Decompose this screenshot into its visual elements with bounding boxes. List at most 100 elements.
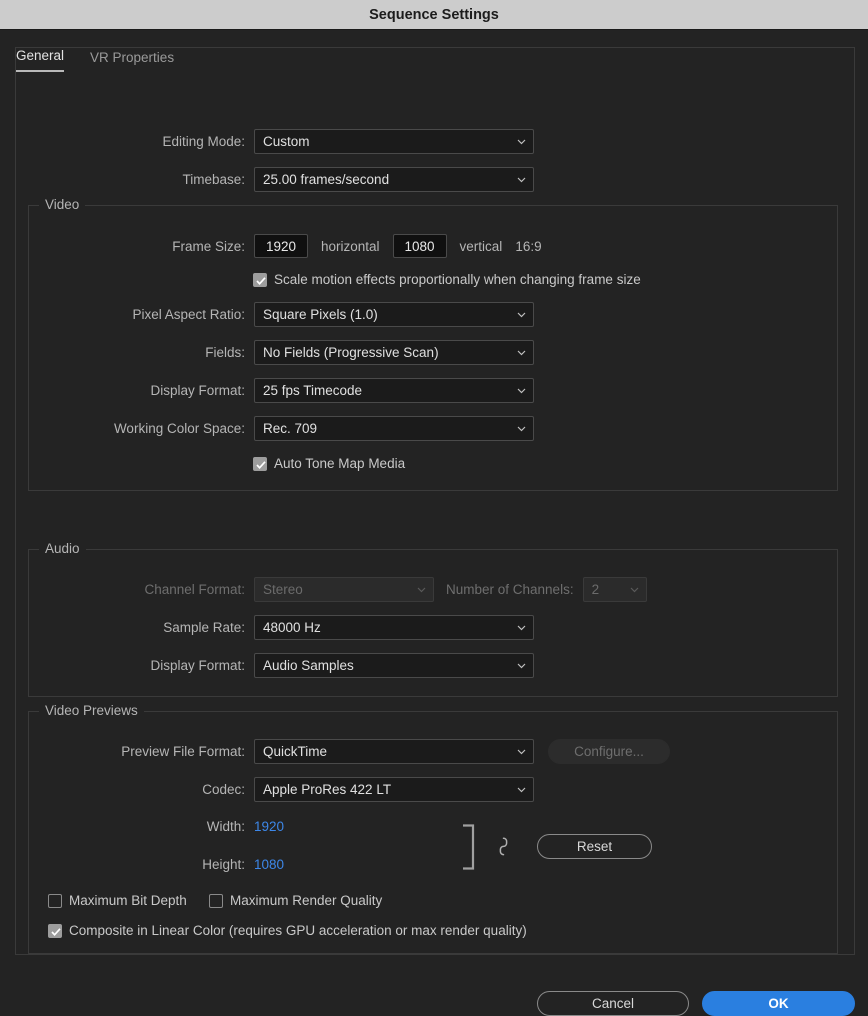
frame-height-input[interactable]: 1080 — [393, 234, 447, 258]
sample-rate-dropdown[interactable]: 48000 Hz — [254, 615, 534, 640]
number-of-channels-value: 2 — [592, 582, 600, 597]
video-group-title: Video — [39, 197, 85, 212]
chevron-down-icon — [517, 137, 526, 146]
editing-mode-value: Custom — [263, 134, 310, 149]
timebase-dropdown[interactable]: 25.00 frames/second — [254, 167, 534, 192]
maximum-bit-depth-checkbox[interactable] — [48, 894, 62, 908]
maximum-bit-depth-row[interactable]: Maximum Bit Depth — [48, 893, 187, 908]
preview-file-format-row: Preview File Format: QuickTime Configure… — [60, 739, 670, 764]
video-previews-group-title: Video Previews — [39, 703, 144, 718]
pixel-aspect-ratio-dropdown[interactable]: Square Pixels (1.0) — [254, 302, 534, 327]
preview-width-row: Width: 1920 — [60, 819, 284, 834]
tab-bar: General VR Properties — [16, 48, 174, 72]
ok-button[interactable]: OK — [702, 991, 855, 1016]
frame-width-input[interactable]: 1920 — [254, 234, 308, 258]
chevron-down-icon — [517, 348, 526, 357]
chevron-down-icon — [517, 310, 526, 319]
editing-mode-dropdown[interactable]: Custom — [254, 129, 534, 154]
preview-height-value[interactable]: 1080 — [254, 857, 284, 872]
window-titlebar: Sequence Settings — [0, 0, 868, 30]
audio-display-format-dropdown[interactable]: Audio Samples — [254, 653, 534, 678]
maximum-bit-depth-label: Maximum Bit Depth — [69, 893, 187, 908]
maximum-render-quality-row[interactable]: Maximum Render Quality — [209, 893, 382, 908]
editing-mode-row: Editing Mode: Custom — [60, 129, 534, 154]
composite-linear-color-checkbox[interactable] — [48, 924, 62, 938]
chevron-down-icon — [517, 386, 526, 395]
working-color-space-value: Rec. 709 — [263, 421, 317, 436]
scale-motion-effects-checkbox[interactable] — [253, 273, 267, 287]
maximum-render-quality-checkbox[interactable] — [209, 894, 223, 908]
editing-mode-label: Editing Mode: — [60, 134, 245, 149]
timebase-label: Timebase: — [60, 172, 245, 187]
chevron-down-icon — [517, 747, 526, 756]
pixel-aspect-ratio-value: Square Pixels (1.0) — [263, 307, 378, 322]
frame-aspect-ratio-value: 16:9 — [515, 239, 541, 254]
fields-row: Fields: No Fields (Progressive Scan) — [60, 340, 534, 365]
fields-value: No Fields (Progressive Scan) — [263, 345, 439, 360]
video-display-format-dropdown[interactable]: 25 fps Timecode — [254, 378, 534, 403]
sample-rate-row: Sample Rate: 48000 Hz — [60, 615, 534, 640]
timebase-row: Timebase: 25.00 frames/second — [60, 167, 534, 192]
working-color-space-label: Working Color Space: — [60, 421, 245, 436]
codec-dropdown[interactable]: Apple ProRes 422 LT — [254, 777, 534, 802]
pixel-aspect-ratio-row: Pixel Aspect Ratio: Square Pixels (1.0) — [60, 302, 534, 327]
chevron-down-icon — [417, 585, 426, 594]
cancel-button[interactable]: Cancel — [537, 991, 689, 1016]
frame-size-row: Frame Size: 1920 horizontal 1080 vertica… — [60, 234, 542, 258]
number-of-channels-dropdown: 2 — [583, 577, 647, 602]
tab-general[interactable]: General — [16, 48, 64, 72]
working-color-space-row: Working Color Space: Rec. 709 — [60, 416, 534, 441]
codec-value: Apple ProRes 422 LT — [263, 782, 391, 797]
dimension-bracket-icon — [462, 824, 476, 873]
chevron-down-icon — [630, 585, 639, 594]
audio-display-format-value: Audio Samples — [263, 658, 354, 673]
video-display-format-value: 25 fps Timecode — [263, 383, 362, 398]
preview-width-value[interactable]: 1920 — [254, 819, 284, 834]
frame-width-unit-label: horizontal — [321, 239, 380, 254]
scale-motion-effects-label: Scale motion effects proportionally when… — [274, 272, 641, 287]
preview-height-label: Height: — [60, 857, 245, 872]
chevron-down-icon — [517, 424, 526, 433]
video-display-format-row: Display Format: 25 fps Timecode — [60, 378, 534, 403]
audio-display-format-label: Display Format: — [60, 658, 245, 673]
auto-tone-map-label: Auto Tone Map Media — [274, 456, 405, 471]
channel-format-row: Channel Format: Stereo Number of Channel… — [60, 577, 647, 602]
frame-height-unit-label: vertical — [460, 239, 503, 254]
auto-tone-map-checkbox[interactable] — [253, 457, 267, 471]
working-color-space-dropdown[interactable]: Rec. 709 — [254, 416, 534, 441]
composite-linear-color-row[interactable]: Composite in Linear Color (requires GPU … — [48, 923, 527, 938]
preview-file-format-label: Preview File Format: — [60, 744, 245, 759]
dialog-body: General VR Properties Editing Mode: Cust… — [0, 30, 868, 999]
channel-format-label: Channel Format: — [60, 582, 245, 597]
sample-rate-value: 48000 Hz — [263, 620, 321, 635]
channel-format-value: Stereo — [263, 582, 303, 597]
fields-dropdown[interactable]: No Fields (Progressive Scan) — [254, 340, 534, 365]
frame-size-label: Frame Size: — [60, 239, 245, 254]
preview-width-label: Width: — [60, 819, 245, 834]
auto-tone-map-row[interactable]: Auto Tone Map Media — [253, 456, 405, 471]
chevron-down-icon — [517, 175, 526, 184]
sample-rate-label: Sample Rate: — [60, 620, 245, 635]
number-of-channels-label: Number of Channels: — [446, 582, 574, 597]
preview-file-format-dropdown[interactable]: QuickTime — [254, 739, 534, 764]
audio-group-title: Audio — [39, 541, 86, 556]
chevron-down-icon — [517, 623, 526, 632]
preview-file-format-value: QuickTime — [263, 744, 327, 759]
chain-link-icon[interactable] — [495, 835, 511, 860]
chevron-down-icon — [517, 785, 526, 794]
tab-vr-properties[interactable]: VR Properties — [90, 50, 174, 72]
timebase-value: 25.00 frames/second — [263, 172, 389, 187]
window-title: Sequence Settings — [369, 7, 499, 23]
preview-height-row: Height: 1080 — [60, 857, 284, 872]
configure-button: Configure... — [548, 739, 670, 764]
channel-format-dropdown: Stereo — [254, 577, 434, 602]
scale-motion-effects-row[interactable]: Scale motion effects proportionally when… — [253, 272, 641, 287]
maximum-render-quality-label: Maximum Render Quality — [230, 893, 382, 908]
video-display-format-label: Display Format: — [60, 383, 245, 398]
pixel-aspect-ratio-label: Pixel Aspect Ratio: — [60, 307, 245, 322]
audio-display-format-row: Display Format: Audio Samples — [60, 653, 534, 678]
codec-row: Codec: Apple ProRes 422 LT — [60, 777, 534, 802]
composite-linear-color-label: Composite in Linear Color (requires GPU … — [69, 923, 527, 938]
fields-label: Fields: — [60, 345, 245, 360]
reset-button[interactable]: Reset — [537, 834, 652, 859]
